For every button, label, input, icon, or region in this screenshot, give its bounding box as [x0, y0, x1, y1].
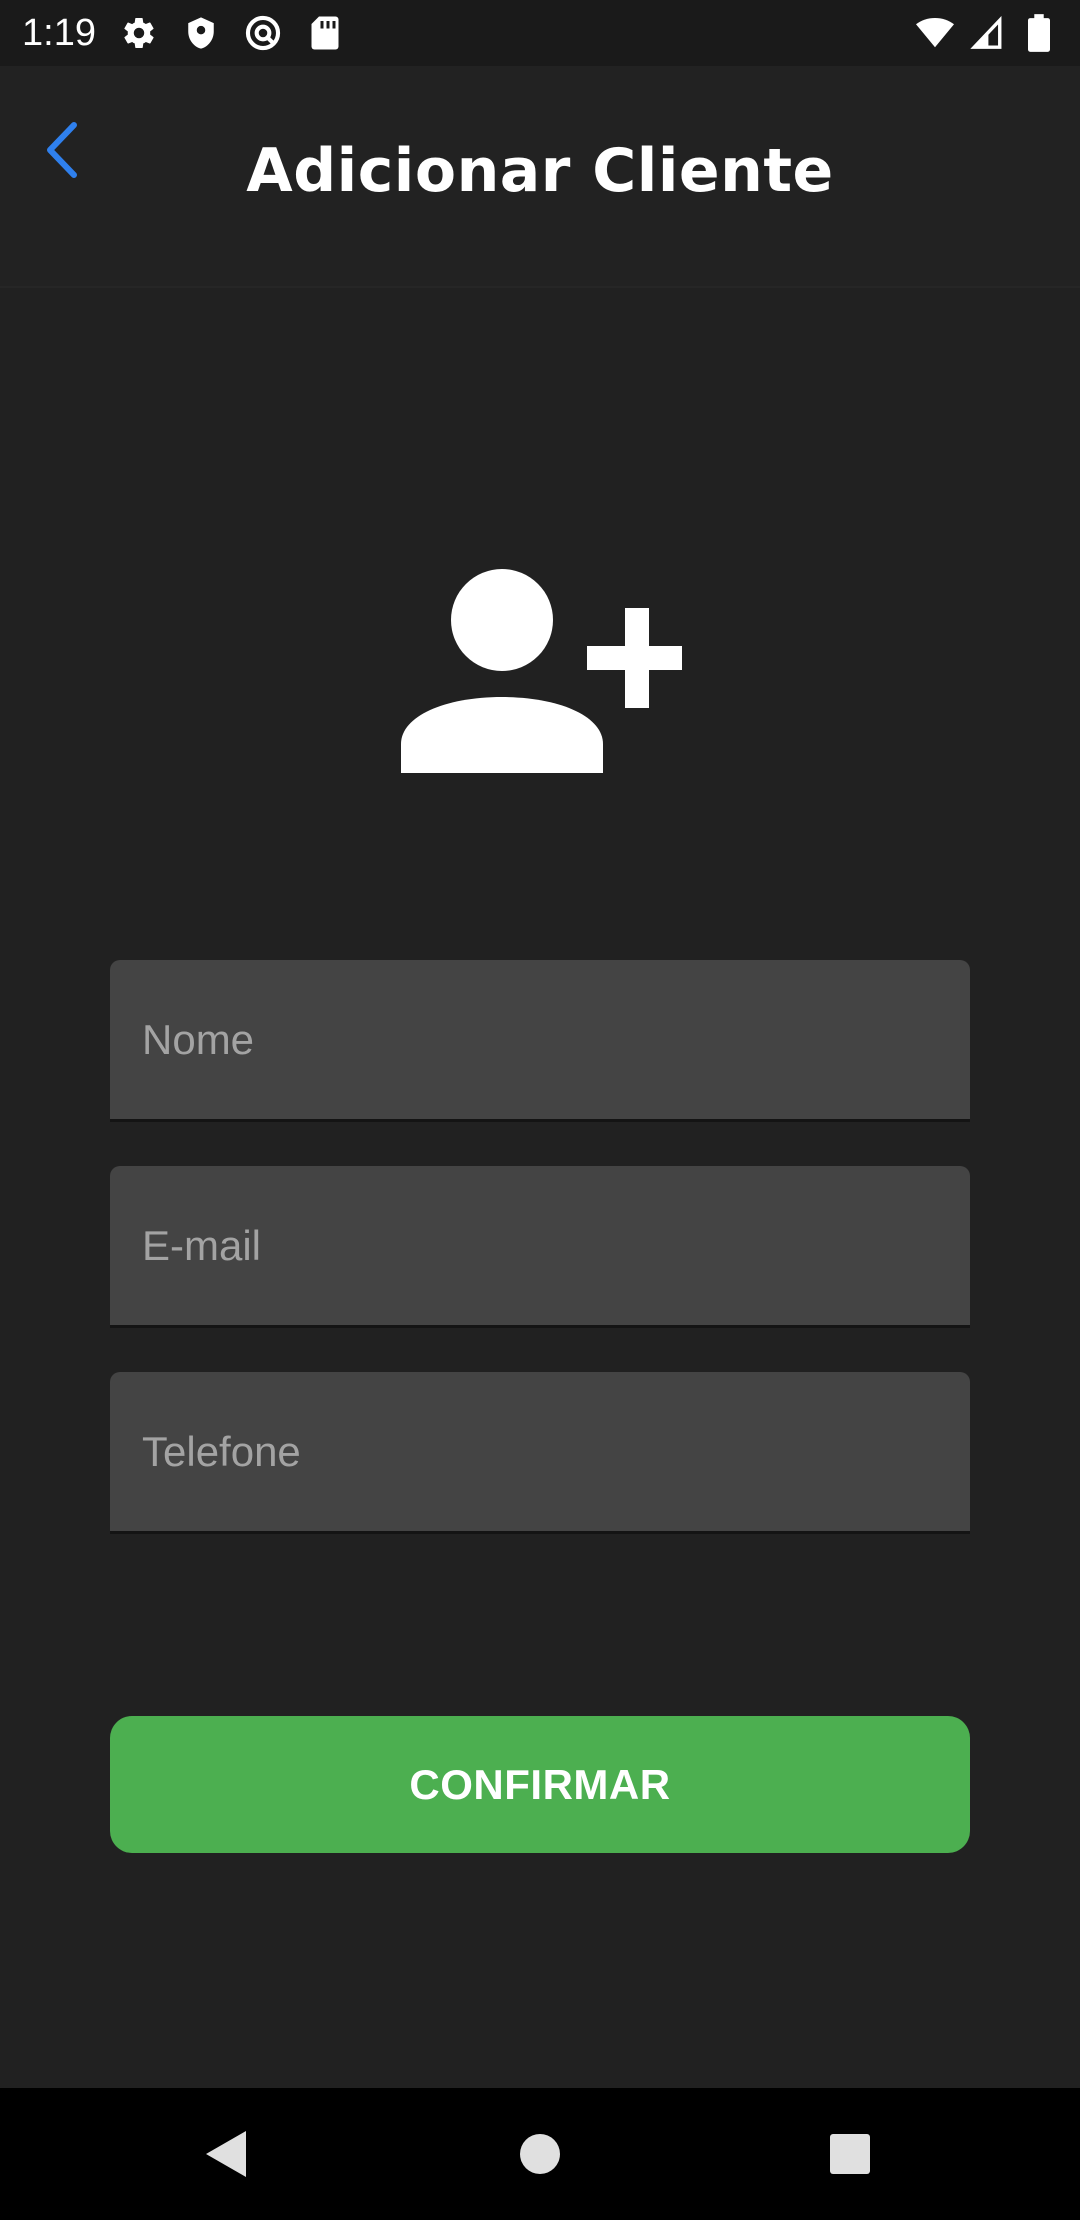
nav-recents-icon [830, 2134, 870, 2174]
cell-signal-icon [968, 14, 1006, 52]
name-input[interactable] [110, 960, 970, 1119]
nav-back-button[interactable] [196, 2124, 256, 2184]
nav-home-icon [520, 2134, 560, 2174]
at-sign-icon [244, 14, 282, 52]
name-field[interactable] [110, 960, 970, 1122]
status-left: 1:19 [22, 12, 344, 55]
phone-input[interactable] [110, 1372, 970, 1531]
wifi-icon [916, 14, 954, 52]
gear-icon [120, 14, 158, 52]
email-input[interactable] [110, 1166, 970, 1325]
add-user-icon [400, 568, 687, 774]
app-bar: Adicionar Cliente [0, 66, 1080, 288]
phone-field[interactable] [110, 1372, 970, 1534]
shield-icon [182, 14, 220, 52]
navigation-bar [0, 2088, 1080, 2220]
confirm-button[interactable]: CONFIRMAR [110, 1716, 970, 1853]
nav-back-icon [206, 2131, 246, 2177]
nav-recents-button[interactable] [820, 2124, 880, 2184]
battery-icon [1020, 14, 1058, 52]
screen: 1:19 Adicionar Cliente Nome E-mail Telef… [0, 0, 1080, 2220]
page-title: Adicionar Cliente [246, 136, 834, 206]
sd-card-icon [306, 14, 344, 52]
status-bar: 1:19 [0, 0, 1080, 66]
status-time: 1:19 [22, 11, 96, 54]
email-field[interactable] [110, 1166, 970, 1328]
status-right [916, 14, 1058, 52]
nav-home-button[interactable] [510, 2124, 570, 2184]
